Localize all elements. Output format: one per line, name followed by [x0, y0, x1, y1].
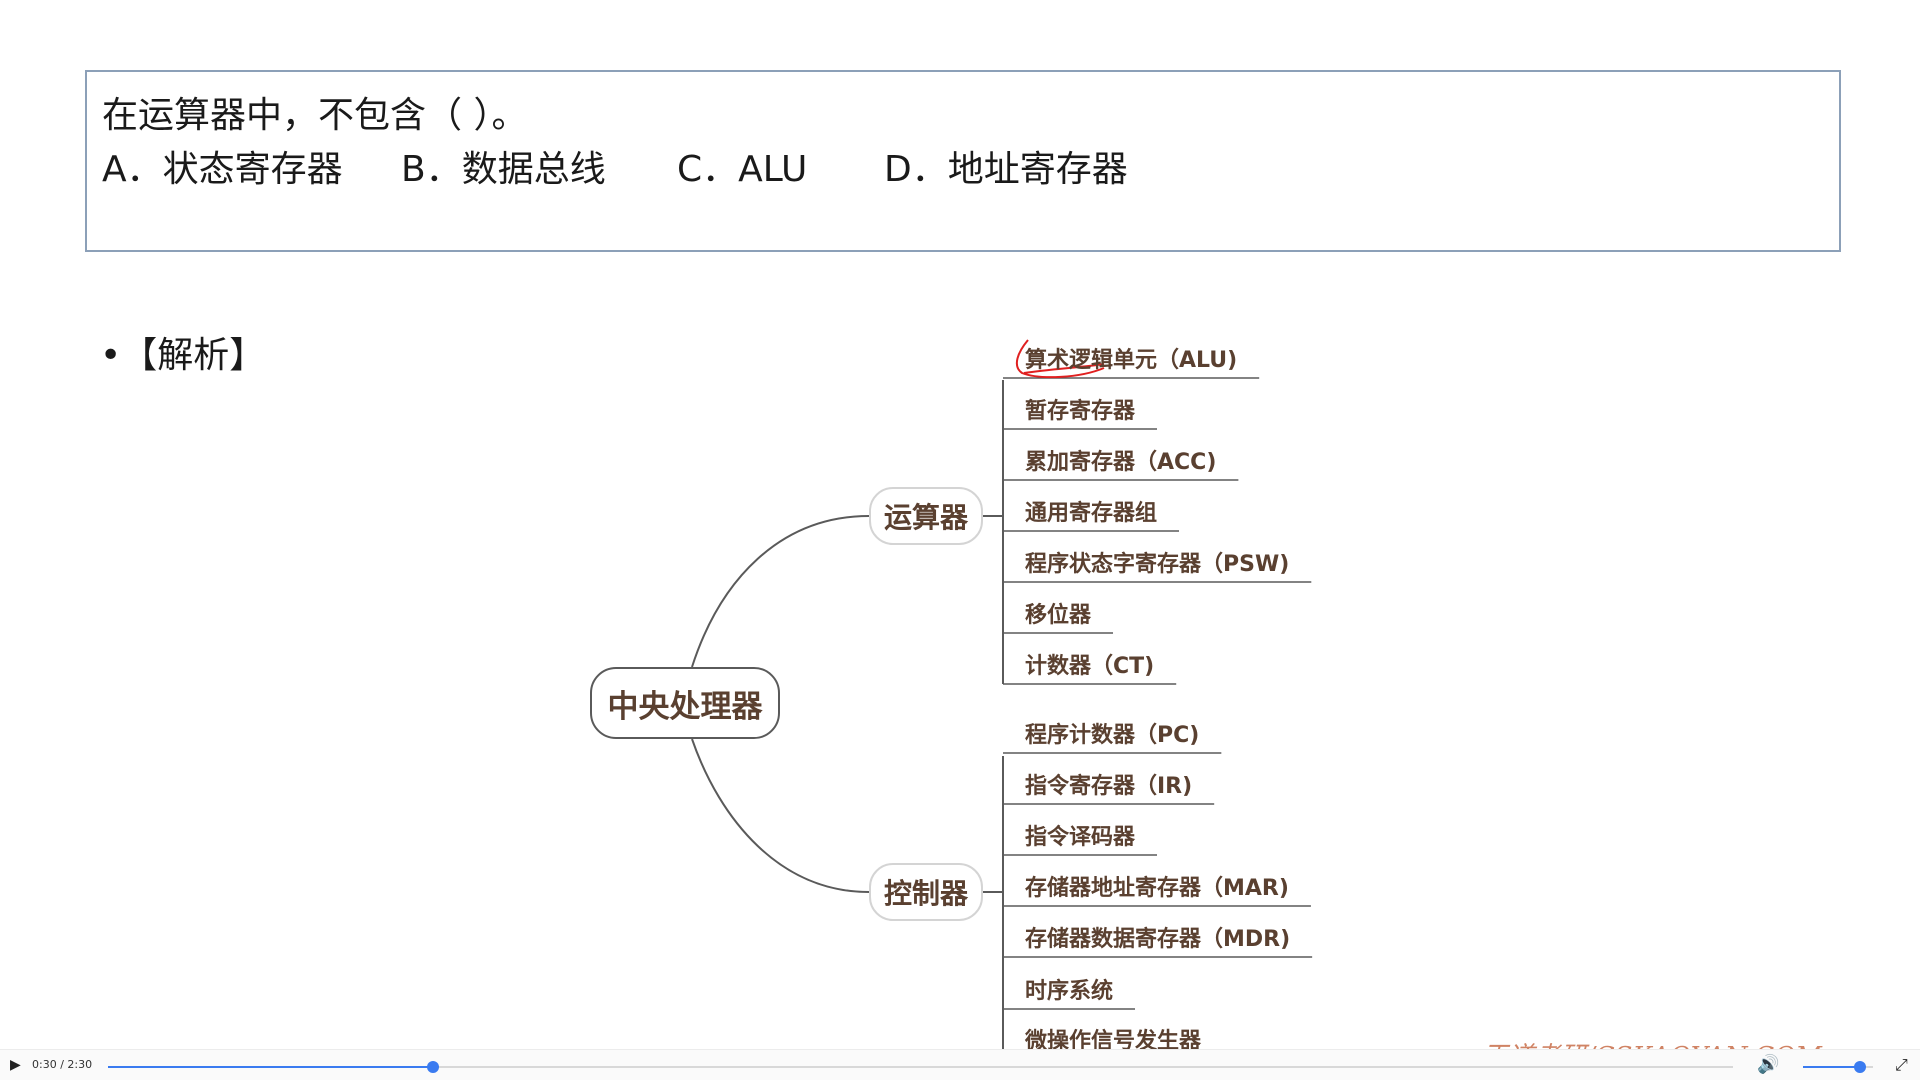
video-controls-bar: ▶ 0:30 / 2:30 🔊 ⤢ — [0, 1049, 1920, 1080]
cu-item: 存储器数据寄存器（MDR) — [1025, 927, 1291, 952]
alu-item: 移位器 — [1025, 603, 1092, 628]
cu-item: 指令译码器 — [1025, 825, 1136, 850]
root-to-cu-connector — [691, 738, 870, 893]
volume-fill — [1803, 1066, 1861, 1068]
volume-icon[interactable]: 🔊 — [1757, 1056, 1779, 1074]
node-control-unit: 控制器 — [869, 863, 983, 921]
progress-handle[interactable] — [427, 1061, 439, 1073]
volume-handle[interactable] — [1854, 1061, 1867, 1073]
cu-item: 存储器地址寄存器（MAR) — [1025, 876, 1289, 901]
volume-slider[interactable] — [1803, 1061, 1873, 1073]
progress-bar[interactable] — [108, 1061, 1733, 1073]
progress-fill — [108, 1066, 433, 1068]
exit-fullscreen-icon[interactable]: ⤢ — [1895, 1056, 1908, 1074]
cu-item: 时序系统 — [1025, 979, 1114, 1004]
alu-item: 通用寄存器组 — [1025, 501, 1158, 526]
video-frame: 在运算器中，不包含（ ）。 A．状态寄存器 B．数据总线 C．ALU D．地址寄… — [0, 0, 1920, 1080]
cu-item: 程序计数器（PC) — [1025, 723, 1200, 748]
alu-item: 暂存寄存器 — [1025, 399, 1136, 424]
root-node-cpu: 中央处理器 — [590, 667, 780, 739]
playback-time: 0:30 / 2:30 — [32, 1058, 93, 1071]
play-icon[interactable]: ▶ — [10, 1058, 24, 1072]
root-to-alu-connector — [691, 515, 870, 668]
alu-item: 程序状态字寄存器（PSW) — [1025, 552, 1290, 577]
node-alu: 运算器 — [869, 487, 983, 545]
alu-item: 算术逻辑单元（ALU) — [1025, 348, 1238, 373]
alu-item: 计数器（CT) — [1025, 654, 1155, 679]
cu-item: 指令寄存器（IR) — [1025, 774, 1193, 799]
alu-item: 累加寄存器（ACC) — [1025, 450, 1217, 475]
